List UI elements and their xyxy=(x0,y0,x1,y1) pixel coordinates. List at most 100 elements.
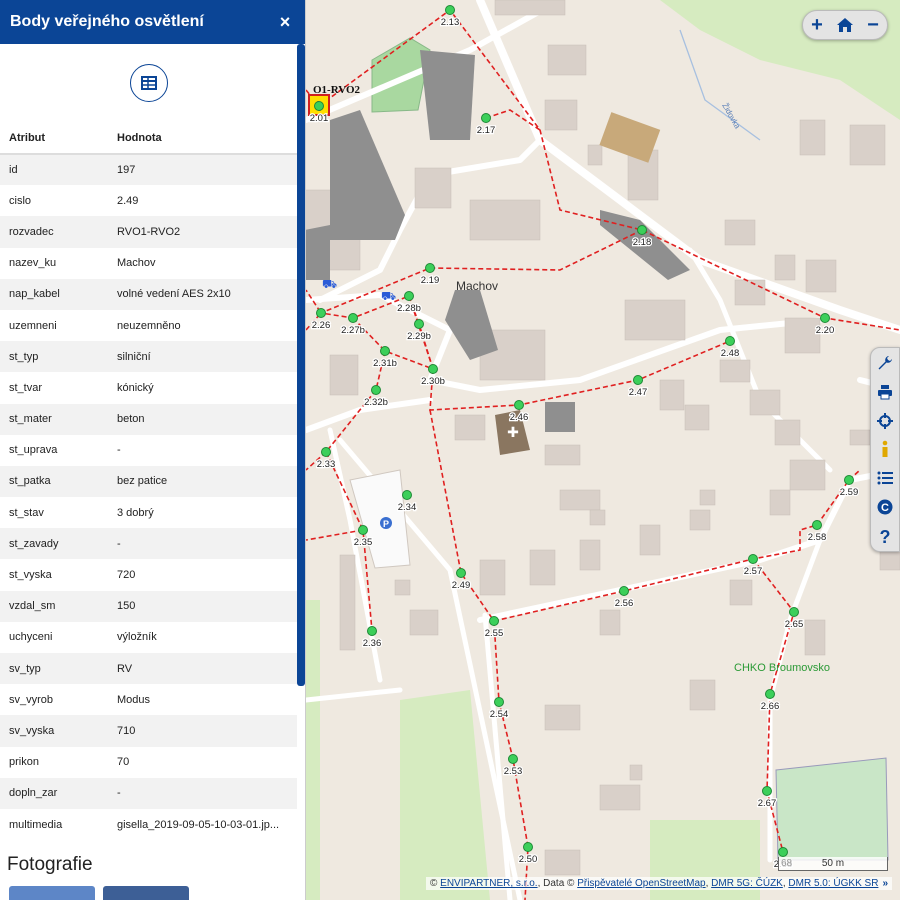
print-button[interactable] xyxy=(874,381,896,403)
lighting-point-label: 2.26 xyxy=(312,320,331,331)
attr-name-cell: rozvadec xyxy=(0,216,117,248)
lighting-point-marker[interactable] xyxy=(380,346,390,356)
attribute-rows: id 197 cislo 2.49 rozvadec RVO1-RVO2 nazev_ku M… xyxy=(0,154,297,841)
panel-header: Body veřejného osvětlení × xyxy=(0,0,305,44)
zoom-out-button[interactable]: − xyxy=(861,13,885,37)
lighting-point-marker[interactable] xyxy=(321,447,331,457)
lighting-point-label: 2.48 xyxy=(721,348,740,359)
lighting-point-label: 2.34 xyxy=(398,502,417,513)
wrench-icon xyxy=(878,356,892,370)
attr-name-cell: st_tvar xyxy=(0,372,117,404)
lighting-point-marker[interactable] xyxy=(637,225,647,235)
lighting-point-marker[interactable] xyxy=(445,5,455,15)
lighting-point-marker[interactable] xyxy=(633,375,643,385)
lighting-point-marker[interactable] xyxy=(425,263,435,273)
photo-thumbnail[interactable] xyxy=(9,886,95,900)
lighting-point-marker[interactable] xyxy=(489,616,499,626)
attr-name-cell: st_stav xyxy=(0,497,117,529)
envipartner-link[interactable]: ENVIPARTNER, s.r.o. xyxy=(440,878,537,889)
attr-value-cell: 710 xyxy=(117,715,297,747)
lighting-point-marker[interactable] xyxy=(402,490,412,500)
info-icon xyxy=(882,441,888,458)
lighting-point-marker[interactable] xyxy=(789,607,799,617)
lighting-point-marker[interactable] xyxy=(765,689,775,699)
table-row: rozvadec RVO1-RVO2 xyxy=(0,216,297,248)
lighting-point-marker[interactable] xyxy=(428,364,438,374)
table-row: prikon 70 xyxy=(0,746,297,778)
table-button-row xyxy=(0,44,298,122)
lighting-point-marker[interactable] xyxy=(725,336,735,346)
lighting-point-marker[interactable] xyxy=(820,313,830,323)
attr-name-cell: prikon xyxy=(0,746,117,778)
lighting-point-marker[interactable] xyxy=(348,313,358,323)
photo-thumbnail[interactable] xyxy=(103,886,189,900)
lighting-point-label: 2.18 xyxy=(633,237,652,248)
lighting-point-marker[interactable] xyxy=(456,568,466,578)
lighting-point-marker[interactable] xyxy=(494,697,504,707)
lighting-point-marker[interactable] xyxy=(316,308,326,318)
lighting-point-marker[interactable] xyxy=(414,319,424,329)
map-canvas[interactable]: ✚ P ⛟ ⛟ ϟ Machov CHKO Broum xyxy=(306,0,900,900)
lighting-point-marker[interactable] xyxy=(404,291,414,301)
info-button[interactable] xyxy=(874,438,896,460)
lighting-point-label: 2.19 xyxy=(421,275,440,286)
lighting-point-label: 2.55 xyxy=(485,628,504,639)
table-row: cislo 2.49 xyxy=(0,185,297,217)
dmr50-link[interactable]: DMR 5.0: ÚGKK SR xyxy=(788,878,878,889)
table-row: sv_typ RV xyxy=(0,653,297,685)
home-icon xyxy=(837,18,853,32)
lighting-point-marker[interactable] xyxy=(619,586,629,596)
attr-value-cell: silniční xyxy=(117,341,297,373)
attr-value-cell: výložník xyxy=(117,621,297,653)
lighting-point-label: 2.65 xyxy=(785,619,804,630)
help-button[interactable]: ? xyxy=(874,525,896,547)
lighting-point-marker[interactable] xyxy=(762,786,772,796)
copyright-button[interactable]: C xyxy=(874,496,896,518)
panel-title: Body veřejného osvětlení xyxy=(10,13,204,30)
feature-info-panel: Body veřejného osvětlení × Atribut Hodno… xyxy=(0,0,306,900)
attr-name-cell: st_typ xyxy=(0,341,117,373)
lighting-point-marker[interactable] xyxy=(367,626,377,636)
lighting-point-marker[interactable] xyxy=(778,847,788,857)
map-attribution: © ENVIPARTNER, s.r.o., Data © Přispěvate… xyxy=(426,877,892,890)
svg-text:✚: ✚ xyxy=(507,424,519,440)
attribute-table-button[interactable] xyxy=(130,64,168,102)
village-label: Machov xyxy=(456,279,498,293)
lighting-point-label: 2.47 xyxy=(629,387,648,398)
lighting-point-marker[interactable] xyxy=(508,754,518,764)
attribution-expand-button[interactable]: » xyxy=(882,878,888,889)
osm-link[interactable]: Přispěvatelé OpenStreetMap xyxy=(577,878,705,889)
lighting-point-marker[interactable] xyxy=(844,475,854,485)
lighting-point-marker[interactable] xyxy=(314,101,324,111)
lighting-point-label: 2.50 xyxy=(519,854,538,865)
table-row: nap_kabel volné vedení AES 2x10 xyxy=(0,278,297,310)
locate-button[interactable] xyxy=(874,410,896,432)
lighting-point-marker[interactable] xyxy=(358,525,368,535)
close-button[interactable]: × xyxy=(275,12,295,33)
legend-button[interactable] xyxy=(874,467,896,489)
lighting-point-marker[interactable] xyxy=(514,400,524,410)
lighting-point-marker[interactable] xyxy=(523,842,533,852)
attr-name-cell: sv_typ xyxy=(0,653,117,685)
table-row: st_zavady - xyxy=(0,528,297,560)
attr-value-cell: Modus xyxy=(117,684,297,716)
attr-name-cell: multimedia xyxy=(0,808,117,841)
lighting-point-marker[interactable] xyxy=(812,520,822,530)
print-icon xyxy=(878,384,892,400)
lighting-point-label: 2.35 xyxy=(354,537,373,548)
table-row: sv_vyrob Modus xyxy=(0,684,297,716)
attr-value-cell: RV xyxy=(117,653,297,685)
panel-scrollbar[interactable] xyxy=(297,44,305,686)
help-icon: ? xyxy=(880,527,891,545)
zoom-in-button[interactable]: + xyxy=(805,13,829,37)
home-button[interactable] xyxy=(833,13,857,37)
lighting-point-marker[interactable] xyxy=(748,554,758,564)
tools-button[interactable] xyxy=(874,352,896,374)
lighting-point-marker[interactable] xyxy=(481,113,491,123)
photo-heading: Fotografie xyxy=(7,854,93,876)
map-tools-toolbar: C ? xyxy=(870,347,900,552)
lighting-point-marker[interactable] xyxy=(371,385,381,395)
lighting-point-label: 2.49 xyxy=(452,580,471,591)
dmr5g-link[interactable]: DMR 5G: ČÚZK xyxy=(711,878,783,889)
attribute-table: Atribut Hodnota id 197 cislo 2.49 rozvadec RV… xyxy=(0,122,297,841)
